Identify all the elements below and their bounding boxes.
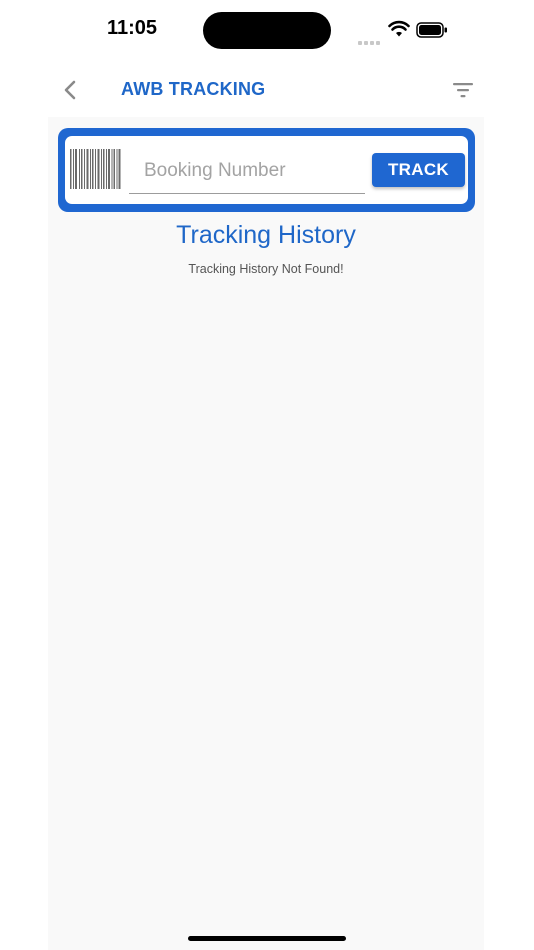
barcode-icon[interactable]	[69, 149, 121, 189]
cellular-signal-icon	[358, 32, 382, 45]
content-panel: TRACK Tracking History Tracking History …	[48, 117, 484, 950]
tracking-history-empty-message: Tracking History Not Found!	[188, 262, 344, 276]
booking-number-input[interactable]	[129, 148, 365, 194]
tracking-history-title: Tracking History	[176, 221, 356, 249]
track-button[interactable]: TRACK	[372, 153, 465, 187]
home-indicator	[188, 936, 346, 941]
dynamic-island	[203, 12, 331, 49]
filter-icon[interactable]	[450, 79, 476, 101]
battery-icon	[416, 22, 447, 38]
status-bar: 11:05	[0, 0, 534, 60]
wifi-icon	[388, 20, 410, 37]
chevron-left-icon[interactable]	[58, 76, 84, 104]
search-box: TRACK	[65, 136, 468, 204]
search-card: TRACK	[58, 128, 475, 212]
page-title: AWB TRACKING	[121, 79, 266, 99]
status-time: 11:05	[107, 17, 158, 39]
nav-header: AWB TRACKING	[0, 64, 534, 116]
